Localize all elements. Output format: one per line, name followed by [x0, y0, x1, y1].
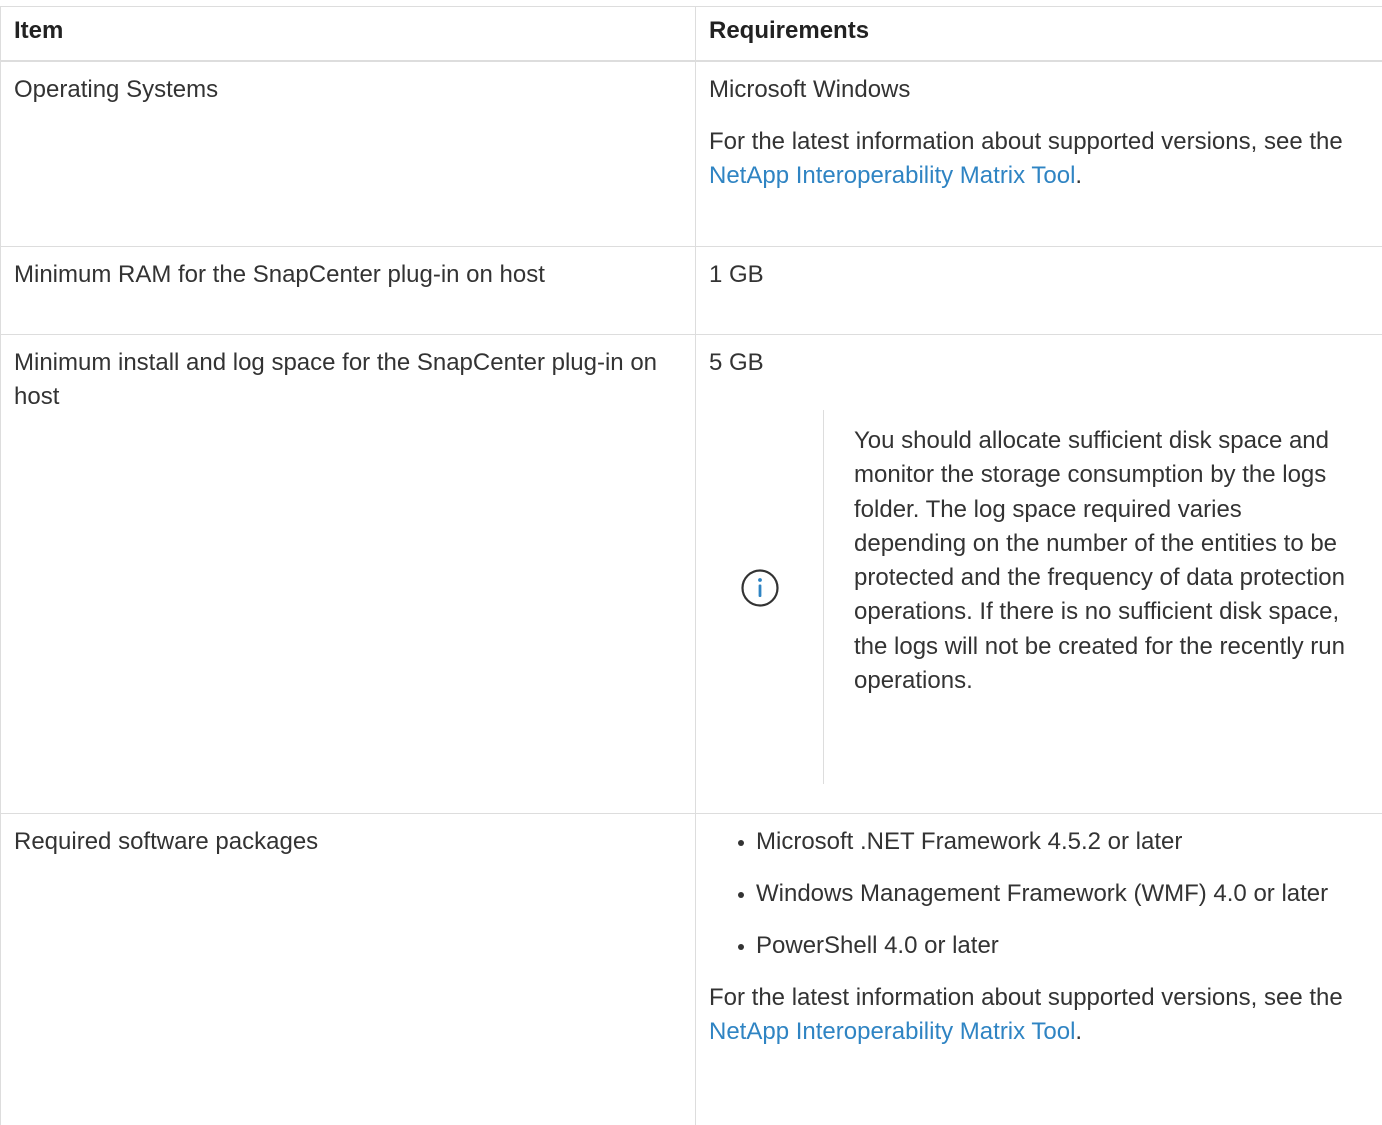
- software-package-list: Microsoft .NET Framework 4.5.2 or later …: [709, 825, 1370, 963]
- header-item: Item: [1, 7, 696, 61]
- table-row: Minimum install and log space for the Sn…: [1, 335, 1382, 814]
- item-label: Operating Systems: [14, 76, 218, 103]
- requirement-cell: Microsoft .NET Framework 4.5.2 or later …: [696, 814, 1382, 1125]
- note-divider: [823, 410, 824, 784]
- info-paragraph: For the latest information about support…: [709, 981, 1370, 1049]
- info-text: For the latest information about support…: [709, 984, 1343, 1011]
- header-requirements: Requirements: [696, 7, 1382, 61]
- interoperability-matrix-link[interactable]: NetApp Interoperability Matrix Tool: [709, 162, 1075, 189]
- requirement-cell: 5 GB You should allocate sufficient disk…: [696, 335, 1382, 814]
- list-item: Microsoft .NET Framework 4.5.2 or later: [709, 825, 1370, 859]
- requirement-value: Microsoft Windows: [709, 73, 1370, 107]
- item-cell: Required software packages: [1, 814, 696, 1125]
- item-cell: Minimum install and log space for the Sn…: [1, 335, 696, 814]
- info-icon: [740, 568, 780, 608]
- item-cell: Minimum RAM for the SnapCenter plug-in o…: [1, 247, 696, 335]
- requirement-value: 5 GB: [709, 346, 1370, 380]
- info-suffix: .: [1075, 162, 1082, 189]
- requirement-cell: 1 GB: [696, 247, 1382, 335]
- list-item: PowerShell 4.0 or later: [709, 929, 1370, 963]
- item-label: Minimum RAM for the SnapCenter plug-in o…: [14, 261, 545, 288]
- table-row: Required software packages Microsoft .NE…: [1, 814, 1382, 1125]
- note-text: You should allocate sufficient disk spac…: [854, 424, 1349, 698]
- item-label: Required software packages: [14, 828, 318, 855]
- info-suffix: .: [1075, 1018, 1082, 1045]
- note-admonition: You should allocate sufficient disk spac…: [709, 410, 1370, 784]
- info-paragraph: For the latest information about support…: [709, 125, 1370, 193]
- table-header-row: Item Requirements: [1, 7, 1382, 61]
- list-item: Windows Management Framework (WMF) 4.0 o…: [709, 877, 1370, 911]
- interoperability-matrix-link[interactable]: NetApp Interoperability Matrix Tool: [709, 1018, 1075, 1045]
- requirement-cell: Microsoft Windows For the latest informa…: [696, 61, 1382, 247]
- item-cell: Operating Systems: [1, 61, 696, 247]
- table-row: Operating Systems Microsoft Windows For …: [1, 61, 1382, 247]
- item-label: Minimum install and log space for the Sn…: [14, 349, 657, 410]
- info-text: For the latest information about support…: [709, 128, 1343, 155]
- requirement-value: 1 GB: [709, 258, 1370, 292]
- requirements-table: Item Requirements Operating Systems Micr…: [0, 6, 1382, 1125]
- table-row: Minimum RAM for the SnapCenter plug-in o…: [1, 247, 1382, 335]
